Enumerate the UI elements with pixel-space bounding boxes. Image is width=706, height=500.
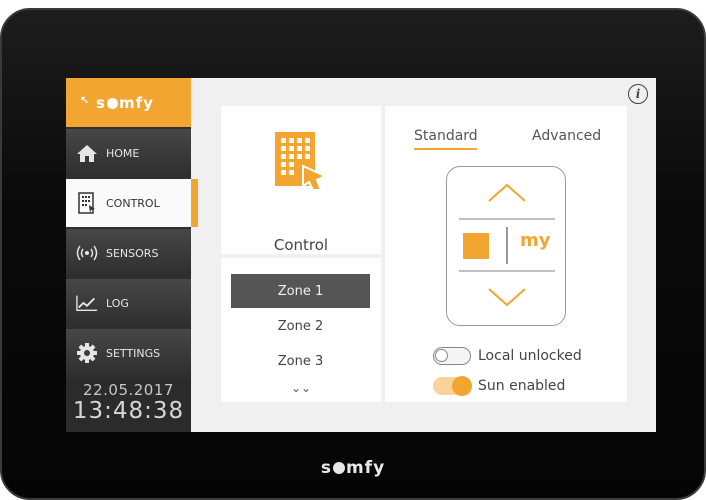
- active-nav-marker: [191, 179, 198, 227]
- date-text: 22.05.2017: [83, 381, 174, 399]
- info-icon[interactable]: i: [628, 84, 648, 104]
- brand-logo: ↖ s mfy: [66, 78, 191, 127]
- brand-name: s mfy: [96, 93, 154, 112]
- control-card[interactable]: Control: [221, 106, 381, 254]
- touch-screen: ↖ s mfy HOME CONTROL SENSORS LOG SETTING…: [66, 78, 656, 432]
- bezel-logo: s mfy: [320, 458, 386, 478]
- tab-standard[interactable]: Standard: [414, 128, 478, 144]
- sensor-waves-icon: [76, 242, 98, 264]
- home-icon: [76, 142, 98, 164]
- tab-advanced[interactable]: Advanced: [532, 128, 601, 144]
- remote-control: my: [446, 166, 566, 326]
- stop-square-icon[interactable]: [463, 233, 489, 259]
- sidebar-item-control[interactable]: CONTROL: [66, 179, 191, 227]
- my-button[interactable]: my: [520, 230, 551, 251]
- sidebar-item-label: HOME: [106, 146, 140, 160]
- sidebar-item-sensors[interactable]: SENSORS: [66, 229, 191, 277]
- sun-enabled-row: Sun enabled: [433, 376, 566, 396]
- double-chevron-down-icon[interactable]: ⌄⌄: [221, 381, 381, 395]
- sidebar: ↖ s mfy HOME CONTROL SENSORS LOG SETTING…: [66, 78, 191, 432]
- gear-icon: [76, 342, 98, 364]
- zone-item-2[interactable]: Zone 2: [231, 309, 370, 343]
- sun-enabled-label: Sun enabled: [478, 378, 566, 394]
- sidebar-item-label: SETTINGS: [106, 346, 161, 360]
- sidebar-item-home[interactable]: HOME: [66, 129, 191, 177]
- sidebar-item-label: SENSORS: [106, 246, 159, 260]
- zone-item-3[interactable]: Zone 3: [231, 344, 370, 378]
- control-card-label: Control: [273, 236, 329, 254]
- sidebar-item-settings[interactable]: SETTINGS: [66, 329, 191, 377]
- time-text: 13:48:38: [72, 398, 185, 424]
- datetime-display: 22.05.2017 13:48:38: [66, 378, 191, 432]
- sun-enabled-toggle[interactable]: [433, 376, 472, 396]
- zones-card: Zone 1 Zone 2 Zone 3 ⌄⌄: [221, 258, 381, 402]
- chevron-up-icon[interactable]: [485, 181, 529, 205]
- local-unlocked-label: Local unlocked: [478, 348, 582, 364]
- sidebar-item-log[interactable]: LOG: [66, 279, 191, 327]
- chart-line-icon: [76, 292, 98, 314]
- chevron-down-icon[interactable]: [485, 285, 529, 309]
- building-touch-icon: [273, 132, 329, 196]
- shutter-control-panel: Standard Advanced my Local unlocked Sun …: [385, 106, 627, 402]
- local-unlocked-toggle[interactable]: [433, 347, 471, 365]
- cursor-icon: ↖: [80, 94, 91, 107]
- building-icon: [76, 192, 98, 214]
- local-unlocked-row: Local unlocked: [433, 347, 582, 365]
- tab-selected-underline: [414, 148, 477, 150]
- zone-item-1[interactable]: Zone 1: [231, 274, 370, 308]
- sidebar-item-label: CONTROL: [106, 196, 160, 210]
- sidebar-item-label: LOG: [106, 296, 129, 310]
